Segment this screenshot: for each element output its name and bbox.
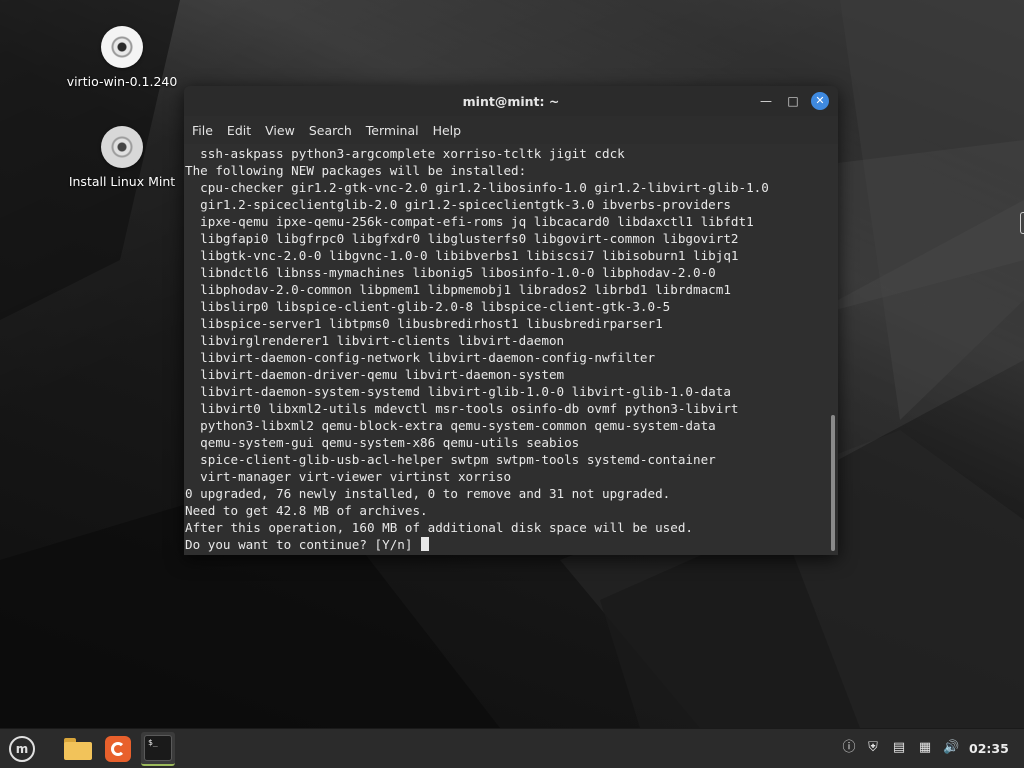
close-button[interactable]: ✕ [811,92,829,110]
disc-icon [101,26,143,68]
terminal-line: libvirt-daemon-driver-qemu libvirt-daemo… [185,367,565,382]
terminal-line: 0 upgraded, 76 newly installed, 0 to rem… [185,486,671,501]
terminal-launcher[interactable]: $_ [141,732,175,766]
terminal-line: ssh-askpass python3-argcomplete xorriso-… [185,146,625,161]
text-cursor [421,537,430,551]
desktop-icon-install-mint[interactable]: Install Linux Mint [57,126,187,189]
folder-icon [64,738,92,760]
menu-search[interactable]: Search [309,120,352,142]
terminal-line: After this operation, 160 MB of addition… [185,520,693,535]
desktop-icon-label: virtio-win-0.1.240 [66,74,178,89]
terminal-line: libspice-server1 libtpms0 libusbredirhos… [185,316,663,331]
terminal-line: spice-client-glib-usb-acl-helper swtpm s… [185,452,716,467]
desktop-icon-label: Install Linux Mint [68,174,176,189]
terminal-icon: $_ [144,735,172,761]
terminal-window[interactable]: mint@mint: ~ — □ ✕ File Edit View Search… [184,86,838,555]
files-launcher[interactable] [61,732,95,766]
menu-button[interactable]: m [5,732,39,766]
terminal-line: libvirt-daemon-system-systemd libvirt-gl… [185,384,731,399]
terminal-line: qemu-system-gui qemu-system-x86 qemu-uti… [185,435,580,450]
minimize-button[interactable]: — [757,92,775,110]
title-bar[interactable]: mint@mint: ~ — □ ✕ [184,86,838,116]
notification-icon[interactable]: ⓘ [841,740,857,756]
menu-file[interactable]: File [192,120,213,142]
volume-icon[interactable]: 🔊 [943,740,959,756]
terminal-line: virt-manager virt-viewer virtinst xorris… [185,469,512,484]
mint-logo-icon: m [9,736,35,762]
terminal-line: libgfapi0 libgfrpc0 libgfxdr0 libgluster… [185,231,739,246]
shield-icon[interactable]: ⛨ [865,740,881,756]
terminal-line: python3-libxml2 qemu-block-extra qemu-sy… [185,418,716,433]
window-title: mint@mint: ~ [462,94,560,109]
terminal-line: libslirp0 libspice-client-glib-2.0-8 lib… [185,299,671,314]
menu-edit[interactable]: Edit [227,120,251,142]
terminal-line: libndctl6 libnss-mymachines libonig5 lib… [185,265,716,280]
scrollbar[interactable] [828,144,838,555]
desktop-icon-virtio[interactable]: virtio-win-0.1.240 [57,26,187,89]
terminal-line: libgtk-vnc-2.0-0 libgvnc-1.0-0 libibverb… [185,248,739,263]
network-icon[interactable]: ▦ [917,740,933,756]
menu-bar: File Edit View Search Terminal Help [184,120,838,142]
terminal-line: The following NEW packages will be insta… [185,163,527,178]
terminal-line: libvirglrenderer1 libvirt-clients libvir… [185,333,565,348]
firefox-icon [105,736,131,762]
menu-help[interactable]: Help [433,120,462,142]
terminal-line: gir1.2-spiceclientglib-2.0 gir1.2-spicec… [185,197,731,212]
terminal-line: Do you want to continue? [Y/n] [185,536,769,553]
terminal-line: libphodav-2.0-common libpmem1 libpmemobj… [185,282,731,297]
taskbar: m $_ ⓘ ⛨ ▤ ▦ 🔊 02:35 [0,728,1024,768]
scrollbar-thumb[interactable] [831,415,835,551]
maximize-button[interactable]: □ [784,92,802,110]
clock[interactable]: 02:35 [969,741,1009,756]
terminal-text: ssh-askpass python3-argcomplete xorriso-… [185,145,769,553]
terminal-output[interactable]: ssh-askpass python3-argcomplete xorriso-… [184,144,828,555]
clipboard-icon[interactable]: ▤ [891,740,907,756]
disc-icon [101,126,143,168]
screen-edge-handle [1020,212,1024,234]
firefox-launcher[interactable] [101,732,135,766]
terminal-line: ipxe-qemu ipxe-qemu-256k-compat-efi-roms… [185,214,754,229]
terminal-line: libvirt-daemon-config-network libvirt-da… [185,350,656,365]
menu-terminal[interactable]: Terminal [366,120,419,142]
terminal-line: cpu-checker gir1.2-gtk-vnc-2.0 gir1.2-li… [185,180,769,195]
terminal-line: Need to get 42.8 MB of archives. [185,503,428,518]
terminal-line: libvirt0 libxml2-utils mdevctl msr-tools… [185,401,739,416]
menu-view[interactable]: View [265,120,295,142]
